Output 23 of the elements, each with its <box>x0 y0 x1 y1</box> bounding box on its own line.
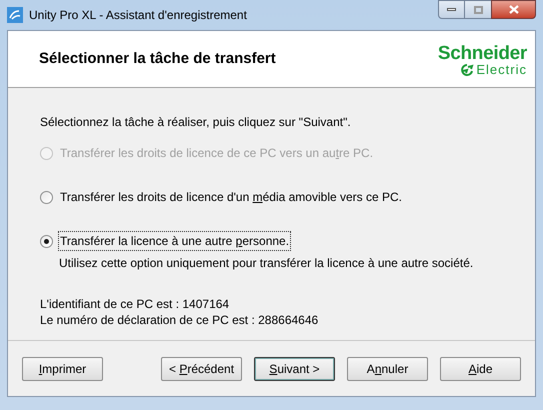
page-title: Sélectionner la tâche de transfert <box>39 48 276 69</box>
option-label[interactable]: Transférer la licence à une autre personne. <box>58 231 292 251</box>
close-icon <box>508 5 518 14</box>
app-icon <box>7 7 23 23</box>
option-label[interactable]: Transférer les droits de licence d'un média amovible vers ce PC. <box>58 187 404 207</box>
dialog-button[interactable]: Imprimer <box>22 356 103 380</box>
maximize-button[interactable] <box>465 0 491 19</box>
dialog-button[interactable]: < Précédent <box>161 356 242 380</box>
logo-wordmark: Schneider <box>438 44 527 63</box>
close-button[interactable] <box>491 0 536 19</box>
info-text: L'identifiant de ce PC est : 1407164 <box>40 296 230 312</box>
minimize-button[interactable] <box>438 0 465 19</box>
dialog-button[interactable]: Suivant > <box>254 356 335 380</box>
dialog-button[interactable]: Annuler <box>347 356 428 380</box>
info-text: Le numéro de déclaration de ce PC est : 288664646 <box>40 312 320 328</box>
radio-button[interactable] <box>40 190 53 204</box>
logo-subtitle: Electric <box>476 63 527 76</box>
dialog-button[interactable]: Aide <box>440 356 521 380</box>
radio-button[interactable] <box>40 234 53 248</box>
option-description: Utilisez cette option uniquement pour transférer la licence à une autre société. <box>59 255 474 272</box>
instruction-text: Sélectionnez la tâche à réaliser, puis cliquez sur "Suivant". <box>40 114 352 131</box>
window-title: Unity Pro XL - Assistant d'enregistrement <box>29 7 247 24</box>
logo-icon <box>461 64 474 76</box>
